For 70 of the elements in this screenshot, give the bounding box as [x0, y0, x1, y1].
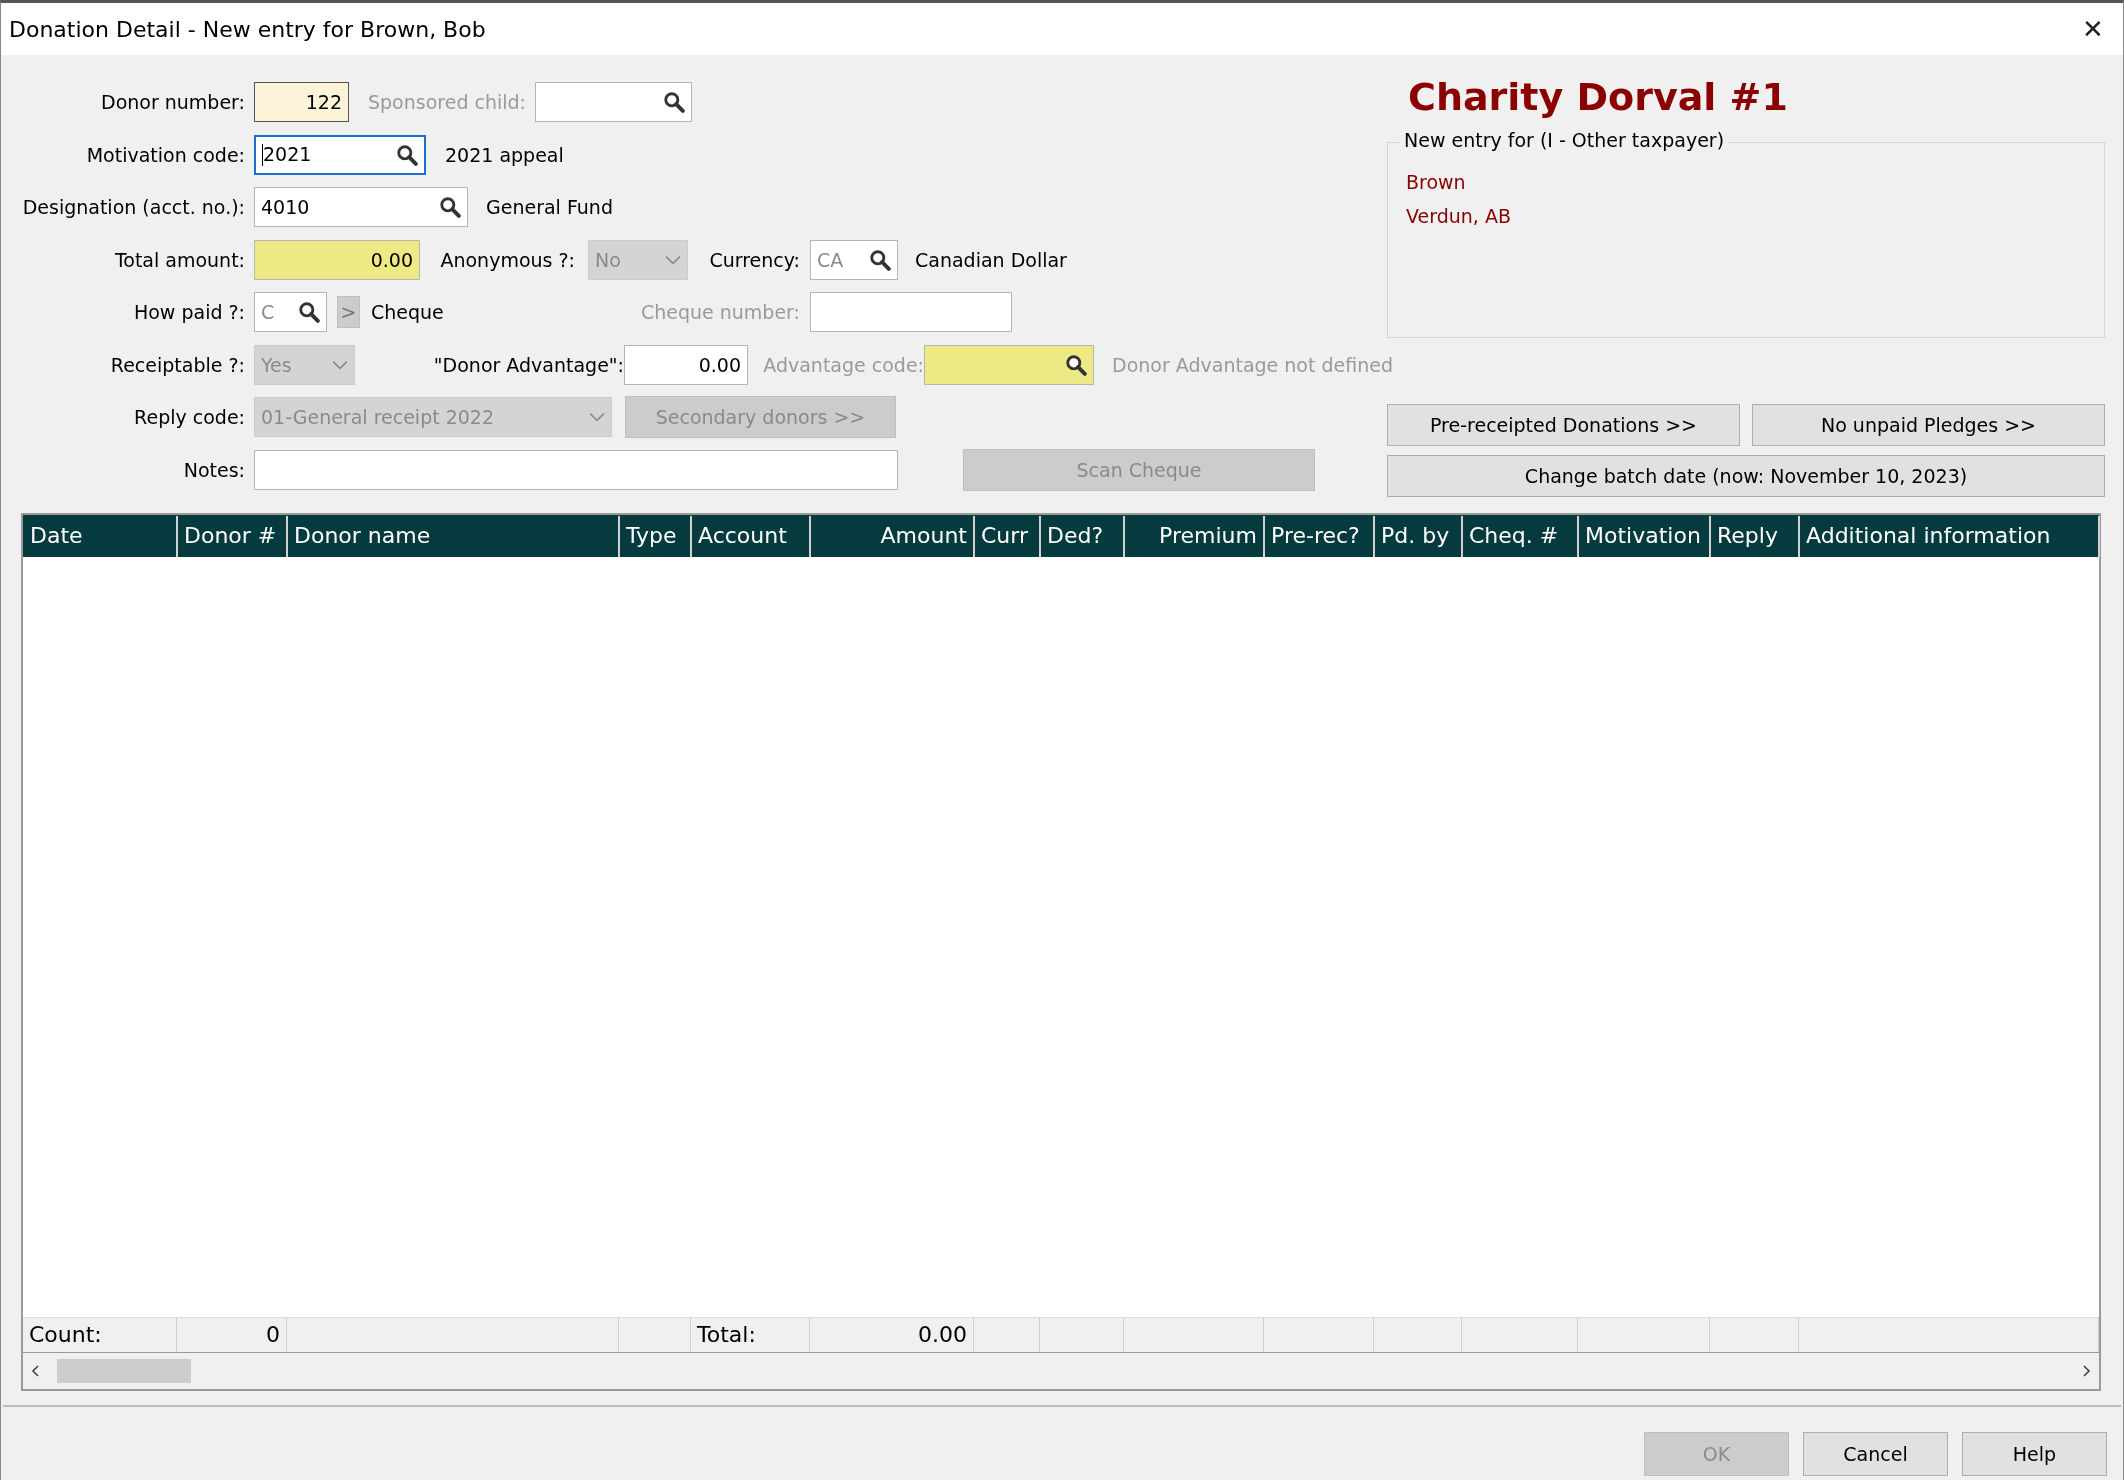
- column-header[interactable]: Premium: [1125, 516, 1265, 557]
- scroll-left-icon[interactable]: [31, 1364, 41, 1378]
- text-field[interactable]: 0.00: [254, 239, 420, 280]
- dialog-button[interactable]: Cancel: [1803, 1432, 1948, 1476]
- footer-cell: Count:: [29, 1322, 102, 1347]
- column-header[interactable]: Cheq. #: [1463, 516, 1579, 557]
- lookup-field[interactable]: [535, 82, 692, 122]
- chevron-down-icon: [332, 359, 348, 370]
- footer-cell: 0.00: [918, 1322, 967, 1347]
- column-header[interactable]: Pre-rec?: [1265, 516, 1375, 557]
- search-icon: [439, 196, 461, 218]
- search-icon: [869, 248, 891, 271]
- scrollbar-thumb[interactable]: [57, 1359, 191, 1383]
- horizontal-scrollbar[interactable]: [23, 1353, 2099, 1389]
- search-icon: [1065, 353, 1087, 376]
- search-icon: [396, 143, 418, 166]
- field-label: Total amount:: [113, 248, 245, 271]
- close-button[interactable]: ✕: [2063, 3, 2123, 55]
- field-description: Donor Advantage not defined: [1112, 353, 1393, 376]
- field-label: Cheque number:: [639, 301, 800, 323]
- field-label: Advantage code:: [762, 353, 924, 376]
- field-description: 2021 appeal: [445, 143, 564, 166]
- lookup-field[interactable]: 4010: [254, 187, 468, 227]
- field-description: Canadian Dollar: [915, 248, 1067, 271]
- field-label: Sponsored child:: [368, 91, 524, 113]
- scroll-right-icon[interactable]: [2081, 1364, 2091, 1378]
- column-header[interactable]: Ded?: [1041, 516, 1125, 557]
- field-label: Designation (acct. no.):: [21, 196, 245, 218]
- column-header[interactable]: Donor name: [288, 516, 620, 557]
- column-header[interactable]: Curr: [975, 516, 1041, 557]
- search-icon: [663, 91, 685, 113]
- footer-cell: Total:: [697, 1322, 756, 1347]
- group-title: New entry for (I - Other taxpayer): [1400, 129, 1729, 151]
- field-label: How paid ?:: [132, 301, 245, 323]
- text-field[interactable]: [254, 449, 898, 490]
- text-field[interactable]: 0.00: [624, 344, 748, 385]
- action-button[interactable]: Change batch date (now: November 10, 2023): [1387, 455, 2105, 497]
- field-label: Donor number:: [100, 91, 245, 113]
- field-label: "Donor Advantage":: [432, 353, 624, 376]
- action-button[interactable]: Pre-receipted Donations >>: [1387, 404, 1740, 446]
- column-header[interactable]: Date: [24, 516, 178, 557]
- field-label: Motivation code:: [85, 143, 245, 166]
- field-description: Cheque: [371, 301, 445, 323]
- organization-name: Charity Dorval #1: [1408, 75, 1789, 119]
- column-header[interactable]: Reply: [1711, 516, 1800, 557]
- address-line: Brown: [1406, 170, 1467, 195]
- field-label: Notes:: [182, 458, 245, 481]
- column-header[interactable]: Type: [620, 516, 692, 557]
- column-header[interactable]: Additional information: [1800, 516, 2100, 557]
- field-label: Reply code:: [133, 406, 245, 428]
- lookup-field[interactable]: 2021: [254, 134, 426, 175]
- window-title: Donation Detail - New entry for Brown, Bob: [9, 16, 486, 42]
- column-header[interactable]: Pd. by: [1375, 516, 1463, 557]
- text-field[interactable]: 122: [254, 82, 349, 122]
- column-header[interactable]: Motivation: [1579, 516, 1711, 557]
- footer-cell: 0: [266, 1322, 280, 1347]
- column-header[interactable]: Account: [692, 516, 811, 557]
- address-line: Verdun, AB: [1406, 204, 1512, 229]
- text-field[interactable]: [810, 292, 1012, 332]
- column-header[interactable]: Donor #: [178, 516, 288, 557]
- dialog-button[interactable]: Help: [1962, 1432, 2107, 1476]
- field-label: Currency:: [708, 248, 800, 271]
- search-icon: [298, 301, 320, 323]
- column-header[interactable]: Amount: [811, 516, 975, 557]
- chevron-down-icon: [665, 254, 681, 265]
- action-button[interactable]: No unpaid Pledges >>: [1752, 404, 2105, 446]
- field-description: General Fund: [486, 196, 613, 218]
- field-label: Anonymous ?:: [439, 248, 575, 271]
- chevron-down-icon: [589, 412, 605, 422]
- field-label: Receiptable ?:: [109, 353, 245, 376]
